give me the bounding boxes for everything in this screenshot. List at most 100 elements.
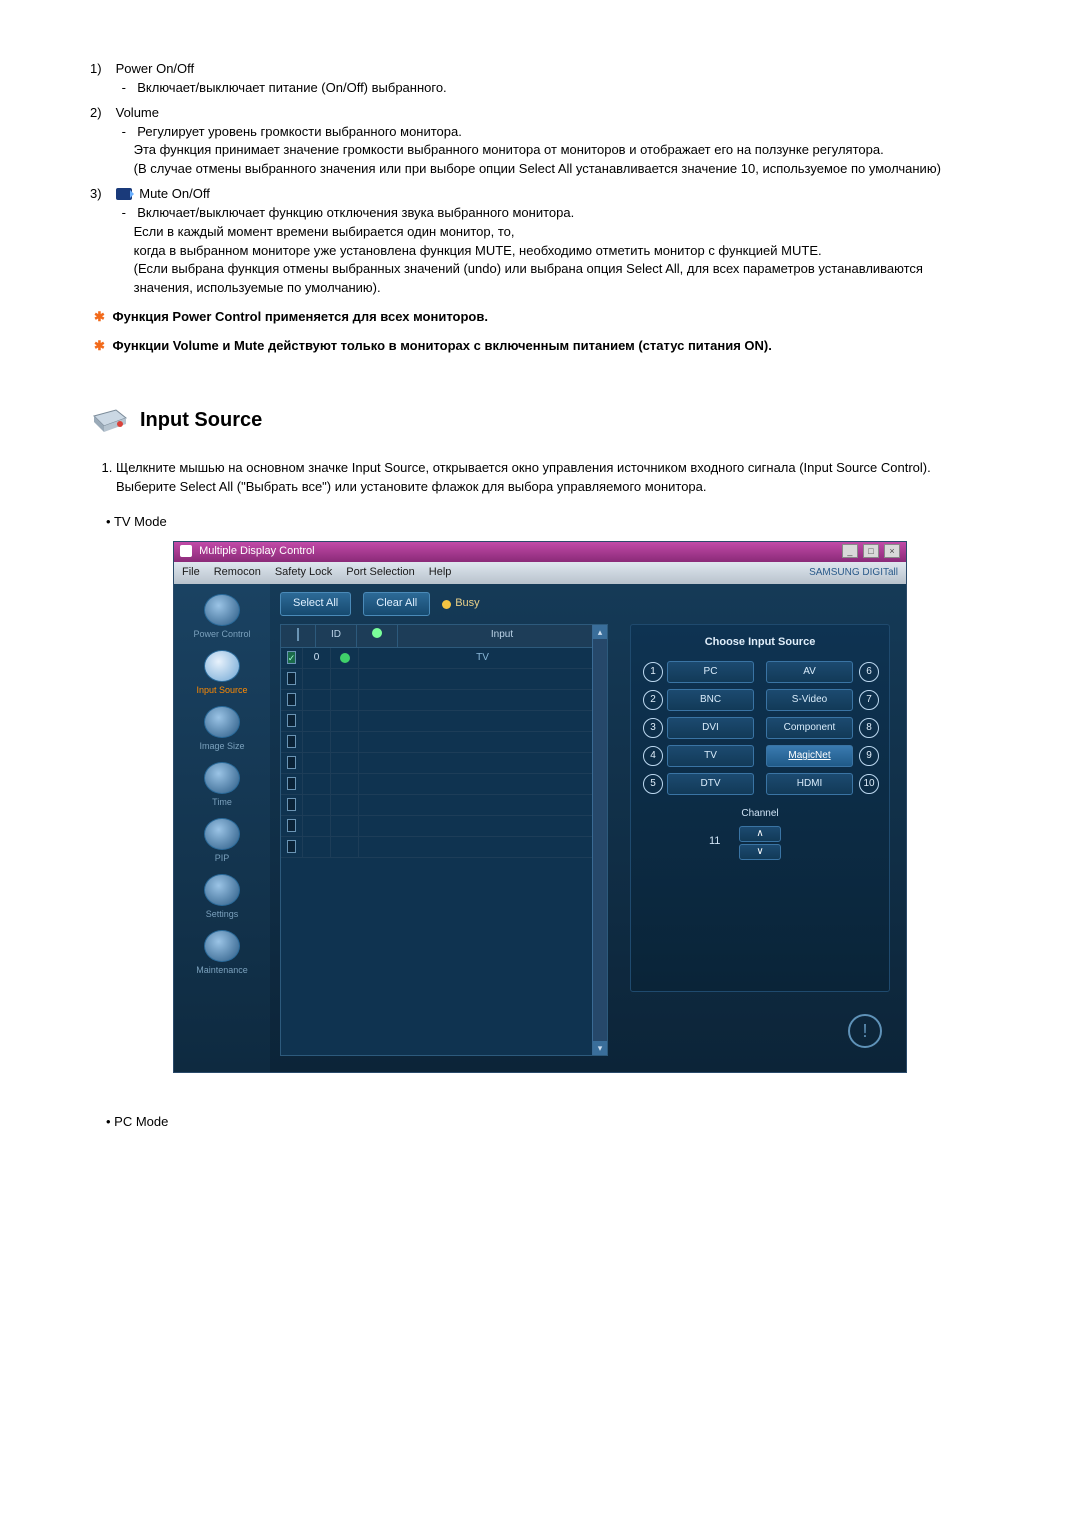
source-button-dvi[interactable]: DVI: [667, 717, 754, 739]
settings-icon: [204, 874, 240, 906]
brand-label: SAMSUNG DIGITall: [809, 566, 898, 581]
channel-up-button[interactable]: ∧: [739, 826, 781, 842]
channel-section: Channel 11 ∧ ∨: [643, 807, 877, 860]
table-row[interactable]: [281, 795, 607, 816]
sidebar-item-pip[interactable]: PIP: [174, 814, 270, 870]
source-button-av[interactable]: AV: [766, 661, 853, 683]
dash: -: [122, 204, 134, 223]
sidebar-label: Power Control: [193, 629, 250, 639]
menubar: File Remocon Safety Lock Port Selection …: [174, 562, 906, 584]
source-button-magicnet[interactable]: MagicNet: [766, 745, 853, 767]
table-row[interactable]: 0TV: [281, 648, 607, 669]
row-checkbox[interactable]: [287, 819, 296, 832]
table-row[interactable]: [281, 711, 607, 732]
source-button-component[interactable]: Component: [766, 717, 853, 739]
scroll-down-button[interactable]: ▾: [593, 1041, 607, 1055]
pip-icon: [204, 818, 240, 850]
menu-port-selection[interactable]: Port Selection: [346, 565, 414, 581]
note-2: ✱ Функции Volume и Mute действуют только…: [90, 337, 990, 356]
toolbar: Select All Clear All Busy: [280, 592, 480, 616]
row-input: [359, 753, 607, 773]
table-row[interactable]: [281, 690, 607, 711]
status-dot-icon: [340, 653, 350, 663]
col-id: ID: [316, 625, 357, 647]
row-checkbox[interactable]: [287, 672, 296, 685]
select-all-button[interactable]: Select All: [280, 592, 351, 616]
scroll-up-button[interactable]: ▴: [593, 625, 607, 639]
source-button-dtv[interactable]: DTV: [667, 773, 754, 795]
sidebar-item-maintenance[interactable]: Maintenance: [174, 926, 270, 982]
item-desc-line: Если в каждый момент времени выбирается …: [134, 223, 986, 242]
row-checkbox[interactable]: [287, 714, 296, 727]
channel-down-button[interactable]: ∨: [739, 844, 781, 860]
row-checkbox[interactable]: [287, 840, 296, 853]
sidebar-item-settings[interactable]: Settings: [174, 870, 270, 926]
maximize-button[interactable]: □: [863, 544, 879, 558]
source-button-tv[interactable]: TV: [667, 745, 754, 767]
row-checkbox[interactable]: [287, 756, 296, 769]
clear-all-button[interactable]: Clear All: [363, 592, 430, 616]
menu-file[interactable]: File: [182, 565, 200, 581]
sidebar-label: Maintenance: [196, 965, 248, 975]
source-button-bnc[interactable]: BNC: [667, 689, 754, 711]
sidebar-item-time[interactable]: Time: [174, 758, 270, 814]
callout-number: 7: [859, 690, 879, 710]
sidebar-item-input-source[interactable]: Input Source: [174, 646, 270, 702]
source-button-hdmi[interactable]: HDMI: [766, 773, 853, 795]
callout-number: 5: [643, 774, 663, 794]
callout-number: 3: [643, 718, 663, 738]
star-icon: ✱: [94, 309, 105, 324]
table-row[interactable]: [281, 753, 607, 774]
sidebar-item-image-size[interactable]: Image Size: [174, 702, 270, 758]
input-source-icon: [90, 406, 130, 434]
source-button-pc[interactable]: PC: [667, 661, 754, 683]
monitor-grid: ID Input 0TV ▴ ▾: [280, 624, 608, 1056]
info-icon[interactable]: !: [848, 1014, 882, 1048]
document-page: 1) Power On/Off - Включает/выключает пит…: [0, 0, 1080, 1528]
table-row[interactable]: [281, 837, 607, 858]
row-checkbox[interactable]: [287, 651, 297, 664]
table-row[interactable]: [281, 774, 607, 795]
row-checkbox[interactable]: [287, 735, 296, 748]
sidebar-item-power-control[interactable]: Power Control: [174, 590, 270, 646]
dash: -: [122, 123, 134, 142]
table-row[interactable]: [281, 669, 607, 690]
source-button-s-video[interactable]: S-Video: [766, 689, 853, 711]
grid-scrollbar[interactable]: ▴ ▾: [592, 625, 607, 1055]
maintenance-icon: [204, 930, 240, 962]
input-source-steps: Щелкните мышью на основном значке Input …: [116, 459, 990, 497]
header-checkbox[interactable]: [297, 628, 299, 641]
item-desc-line: Регулирует уровень громкости выбранного …: [137, 123, 983, 142]
table-row[interactable]: [281, 816, 607, 837]
row-id: 0: [303, 648, 331, 668]
note-1: ✱ Функция Power Control применяется для …: [90, 308, 990, 327]
minimize-button[interactable]: _: [842, 544, 858, 558]
callout-number: 9: [859, 746, 879, 766]
row-checkbox[interactable]: [287, 798, 296, 811]
menu-safety-lock[interactable]: Safety Lock: [275, 565, 332, 581]
row-input: [359, 711, 607, 731]
item-desc-line: (Если выбрана функция отмены выбранных з…: [134, 260, 986, 298]
item-number: 2): [90, 104, 112, 123]
menu-remocon[interactable]: Remocon: [214, 565, 261, 581]
step-text-b: Выберите Select All ("Выбрать все") или …: [116, 479, 707, 494]
list-item-3: 3) Mute On/Off - Включает/выключает функ…: [90, 185, 990, 298]
table-row[interactable]: [281, 732, 607, 753]
note-text: Функция Power Control применяется для вс…: [113, 309, 488, 324]
time-icon: [204, 762, 240, 794]
close-button[interactable]: ×: [884, 544, 900, 558]
menu-help[interactable]: Help: [429, 565, 452, 581]
source-button-grid: 1PCAV62BNCS-Video73DVIComponent84TVMagic…: [643, 661, 877, 795]
row-input: [359, 690, 607, 710]
row-checkbox[interactable]: [287, 693, 296, 706]
row-input: [359, 837, 607, 857]
section-title: Input Source: [140, 406, 262, 435]
app-title: Multiple Display Control: [199, 545, 315, 557]
row-id: [303, 669, 331, 689]
list-item-2: 2) Volume - Регулирует уровень громкости…: [90, 104, 990, 179]
item-desc-line: Включает/выключает функцию отключения зв…: [137, 204, 983, 223]
row-checkbox[interactable]: [287, 777, 296, 790]
item-title: Mute On/Off: [139, 186, 210, 201]
item-body: Power On/Off - Включает/выключает питани…: [116, 60, 986, 98]
row-id: [303, 753, 331, 773]
